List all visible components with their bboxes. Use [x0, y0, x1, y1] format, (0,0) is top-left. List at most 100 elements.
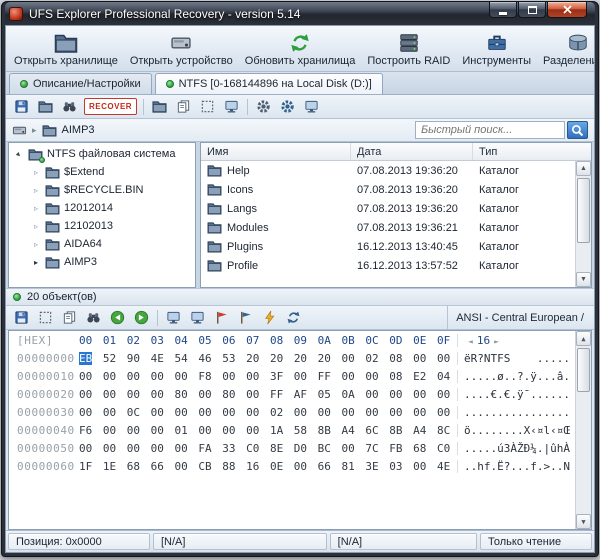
file-row-profile[interactable]: Profile 16.12.2013 13:57:52 Каталог — [201, 256, 575, 275]
hex-bytes[interactable]: 1F 1E 68 66 00 CB 88 16 0E 00 66 81 3E 0… — [79, 460, 457, 473]
hex-find-button[interactable] — [82, 308, 105, 328]
ascii-text[interactable]: ..hf.Ë?...f.>..N — [457, 460, 575, 473]
tree-item-recycle-bin[interactable]: ▹ $RECYCLE.BIN — [9, 181, 195, 199]
tree-item-root[interactable]: ▸ NTFS файловая система — [9, 145, 195, 163]
column-header-date[interactable]: Дата — [351, 143, 473, 160]
search-input[interactable] — [415, 121, 565, 139]
copy-button[interactable] — [172, 97, 195, 117]
build-raid-button[interactable]: Построить RAID — [361, 28, 456, 70]
scroll-down-icon[interactable]: ▼ — [576, 272, 591, 287]
tree-item-12102013[interactable]: ▹ 12102013 — [9, 217, 195, 235]
recover-button[interactable]: RECOVER — [84, 98, 137, 115]
hex-bytes[interactable]: 00 00 00 00 00 F8 00 00 3F 00 FF 00 00 0… — [79, 370, 457, 383]
hex-offset: 00000010 — [9, 370, 79, 383]
expander-icon[interactable]: ▸ — [31, 258, 41, 267]
hex-bookmark-red-button[interactable] — [210, 308, 233, 328]
column-header-type[interactable]: Тип — [473, 143, 591, 160]
hex-apply-button[interactable] — [258, 308, 281, 328]
scroll-up-icon[interactable]: ▲ — [576, 161, 591, 176]
hex-back-button[interactable] — [106, 308, 129, 328]
open-folder-button[interactable] — [34, 97, 57, 117]
title-bar[interactable]: UFS Explorer Professional Recovery - ver… — [5, 2, 595, 25]
hex-position-button[interactable] — [186, 308, 209, 328]
hex-row[interactable]: 00000060 1F 1E 68 66 00 CB 88 16 0E 00 6… — [9, 457, 575, 475]
hex-vertical-scrollbar[interactable]: ▲ ▼ — [575, 331, 591, 529]
expander-open-icon[interactable]: ▸ — [12, 147, 25, 160]
hex-row[interactable]: 00000030 00 00 0C 00 00 00 00 00 02 00 0… — [9, 403, 575, 421]
parent-folder-button[interactable] — [148, 97, 171, 117]
file-row-plugins[interactable]: Plugins 16.12.2013 13:40:45 Каталог — [201, 237, 575, 256]
select-button[interactable] — [196, 97, 219, 117]
tree-item-aimp3[interactable]: ▸ AIMP3 — [9, 253, 195, 271]
selected-byte[interactable]: EB — [79, 352, 92, 365]
settings-button[interactable] — [252, 97, 275, 117]
expander-icon[interactable]: ▹ — [31, 204, 41, 213]
tab-description-settings[interactable]: Описание/Настройки — [9, 73, 152, 94]
file-row-icons[interactable]: Icons 07.08.2013 19:36:20 Каталог — [201, 180, 575, 199]
hex-forward-button[interactable] — [130, 308, 153, 328]
hex-grid[interactable]: [HEX] 00 01 02 03 04 05 06 07 08 09 0A 0… — [9, 331, 575, 529]
hex-bytes[interactable]: 00 00 0C 00 00 00 00 00 02 00 00 00 00 0… — [79, 406, 457, 419]
hex-row[interactable]: 00000020 00 00 00 00 80 00 80 00 FF AF 0… — [9, 385, 575, 403]
ascii-text[interactable]: ................ — [457, 406, 575, 419]
bpr-decrease-icon[interactable]: ◄ — [468, 337, 473, 346]
hex-bytes[interactable]: 52 90 4E 54 46 53 20 20 20 20 00 02 08 0… — [92, 352, 450, 365]
expander-icon[interactable]: ▹ — [31, 186, 41, 195]
hex-save-button[interactable] — [10, 308, 33, 328]
hex-editor[interactable]: [HEX] 00 01 02 03 04 05 06 07 08 09 0A 0… — [8, 330, 592, 530]
minimize-button[interactable] — [489, 2, 517, 18]
ascii-text[interactable]: ö........X‹¤l‹¤Œ — [457, 424, 575, 437]
column-header-name[interactable]: Имя — [201, 143, 351, 160]
options-button[interactable] — [276, 97, 299, 117]
tree-item-aida64[interactable]: ▹ AIDA64 — [9, 235, 195, 253]
close-button[interactable] — [547, 2, 587, 18]
expander-icon[interactable]: ▹ — [31, 240, 41, 249]
search-button[interactable] — [567, 121, 588, 139]
refresh-storages-button[interactable]: Обновить хранилища — [239, 28, 362, 70]
file-row-langs[interactable]: Langs 07.08.2013 19:36:20 Каталог — [201, 199, 575, 218]
hex-copy-button[interactable] — [58, 308, 81, 328]
tree-item-extend[interactable]: ▹ $Extend — [9, 163, 195, 181]
open-device-button[interactable]: Открыть устройство — [124, 28, 239, 70]
scroll-down-icon[interactable]: ▼ — [576, 514, 591, 529]
hex-bookmark-blue-button[interactable] — [234, 308, 257, 328]
tools-button[interactable]: Инструменты — [456, 28, 537, 70]
scroll-track[interactable] — [576, 346, 591, 514]
hex-bytes[interactable]: 00 00 00 00 00 FA 33 C0 8E D0 BC 00 7C F… — [79, 442, 457, 455]
scroll-thumb[interactable] — [577, 348, 590, 392]
partition-button[interactable]: Разделение... — [537, 28, 594, 70]
find-files-button[interactable] — [58, 97, 81, 117]
open-storage-button[interactable]: Открыть хранилище — [8, 28, 124, 70]
hex-row[interactable]: 00000010 00 00 00 00 00 F8 00 00 3F 00 F… — [9, 367, 575, 385]
properties-button[interactable] — [300, 97, 323, 117]
ascii-text[interactable]: .....ø..?.ÿ...â. — [457, 370, 575, 383]
view-button[interactable] — [220, 97, 243, 117]
hex-bytes[interactable]: 00 00 00 00 80 00 80 00 FF AF 05 0A 00 0… — [79, 388, 457, 401]
breadcrumb-current[interactable]: AIMP3 — [62, 124, 95, 136]
tab-ntfs-partition[interactable]: NTFS [0-168144896 на Local Disk (D:)] — [155, 73, 383, 94]
hex-refresh-button[interactable] — [282, 308, 305, 328]
maximize-button[interactable] — [518, 2, 546, 18]
expander-icon[interactable]: ▹ — [31, 168, 41, 177]
bpr-increase-icon[interactable]: ► — [494, 337, 499, 346]
file-row-help[interactable]: Help 07.08.2013 19:36:20 Каталог — [201, 161, 575, 180]
ascii-text[interactable]: ëR?NTFS ..... — [457, 352, 575, 365]
hex-goto-button[interactable] — [162, 308, 185, 328]
ascii-text[interactable]: .....ú3ÀŽÐ¼.|ûhÀ — [457, 442, 575, 455]
save-files-button[interactable] — [10, 97, 33, 117]
hex-bytes[interactable]: F6 00 00 00 01 00 00 00 1A 58 8B A4 6C 8… — [79, 424, 457, 437]
scroll-up-icon[interactable]: ▲ — [576, 331, 591, 346]
hex-row[interactable]: 00000000 EB 52 90 4E 54 46 53 20 20 20 2… — [9, 349, 575, 367]
file-row-modules[interactable]: Modules 07.08.2013 19:36:21 Каталог — [201, 218, 575, 237]
ascii-text[interactable]: ....€.€.ÿ¯...... — [457, 388, 575, 401]
hex-select-button[interactable] — [34, 308, 57, 328]
green-status-icon — [20, 80, 28, 88]
hex-row[interactable]: 00000050 00 00 00 00 00 FA 33 C0 8E D0 B… — [9, 439, 575, 457]
hex-row[interactable]: 00000040 F6 00 00 00 01 00 00 00 1A 58 8… — [9, 421, 575, 439]
scroll-thumb[interactable] — [577, 178, 590, 243]
expander-icon[interactable]: ▹ — [31, 222, 41, 231]
tree-item-12012014[interactable]: ▹ 12012014 — [9, 199, 195, 217]
encoding-select[interactable]: ANSI - Central European / — [447, 306, 590, 329]
scroll-track[interactable] — [576, 176, 591, 272]
vertical-scrollbar[interactable]: ▲ ▼ — [575, 161, 591, 287]
